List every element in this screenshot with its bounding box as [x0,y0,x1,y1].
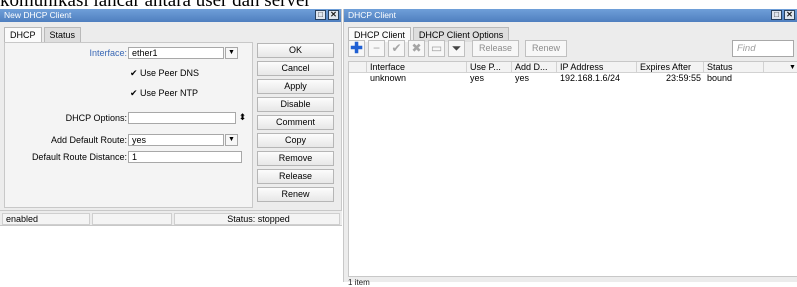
remove-icon[interactable]: − [368,40,385,57]
run-status: Status: stopped [174,213,340,225]
filter-icon[interactable]: ⏷ [448,40,465,57]
disable-icon[interactable]: ✖ [408,40,425,57]
interface-label: Interface: [89,48,127,58]
close-icon[interactable]: ✕ [784,10,795,20]
disable-button[interactable]: Disable [257,97,334,112]
interface-field[interactable]: ether1 [128,47,224,59]
use-peer-ntp-checkbox[interactable]: ✔ Use Peer NTP [130,88,198,99]
default-route-distance-field[interactable]: 1 [128,151,242,163]
column-use-peer[interactable]: Use P... [467,62,512,73]
status-spacer [92,213,172,225]
table-row[interactable]: unknown yes yes 192.168.1.6/24 23:59:55 … [349,73,797,83]
checkmark-icon: ✔ [130,88,138,98]
window-title: DHCP Client [348,10,397,20]
enabled-status: enabled [2,213,90,225]
add-default-route-label: Add Default Route: [50,135,127,145]
dhcp-client-table: Interface Use P... Add D... IP Address E… [348,61,797,277]
comment-button[interactable]: Comment [257,115,334,130]
cell-status: bound [707,73,733,83]
dropdown-arrow-icon[interactable]: ▼ [225,134,238,146]
window-titlebar[interactable]: New DHCP Client □ ✕ [0,9,341,22]
use-peer-ntp-label: Use Peer NTP [140,88,199,98]
cell-add-default: yes [515,73,530,83]
cell-use-peer: yes [470,73,485,83]
use-peer-dns-label: Use Peer DNS [140,68,200,78]
dhcp-options-field[interactable] [128,112,236,124]
add-icon[interactable]: ✚ [348,40,365,57]
cell-interface: unknown [370,73,407,83]
tab-dhcp[interactable]: DHCP [4,27,42,42]
release-button[interactable]: Release [257,169,334,184]
ok-button[interactable]: OK [257,43,334,58]
column-interface[interactable]: Interface [367,62,467,73]
renew-button[interactable]: Renew [257,187,334,202]
enable-icon[interactable]: ✔ [388,40,405,57]
columns-menu-icon[interactable]: ▼ [786,62,797,73]
column-status[interactable]: Status [704,62,764,73]
tab-status[interactable]: Status [43,27,82,42]
window-title: New DHCP Client [4,10,72,20]
apply-button[interactable]: Apply [257,79,334,94]
remove-button[interactable]: Remove [257,151,334,166]
renew-button[interactable]: Renew [525,40,568,57]
dhcp-form-panel: Interface: ether1 ▼ ✔ Use Peer DNS ✔ Use P… [4,42,253,208]
new-dhcp-client-window: New DHCP Client □ ✕ DHCP Status Interfac… [0,9,342,226]
maximize-icon[interactable]: □ [315,10,326,20]
checkmark-icon: ✔ [130,68,138,78]
maximize-icon[interactable]: □ [771,10,782,20]
status-bar: enabled Status: stopped [0,210,342,225]
dhcp-options-row: DHCP Options: ⬍ [5,112,254,125]
column-expires-after[interactable]: Expires After [637,62,704,73]
interface-row: Interface: ether1 ▼ [5,47,254,60]
default-route-distance-row: Default Route Distance: 1 [5,151,254,164]
dhcp-options-label: DHCP Options: [65,113,127,123]
window-titlebar[interactable]: DHCP Client □ ✕ [344,9,797,22]
tab-strip: DHCP Client DHCP Client Options [344,22,797,42]
column-selector[interactable] [349,62,367,73]
find-input[interactable]: Find [732,40,794,57]
updown-arrows-icon[interactable]: ⬍ [236,112,249,124]
column-ip-address[interactable]: IP Address [557,62,637,73]
column-add-default[interactable]: Add D... [512,62,557,73]
dhcp-client-window: DHCP Client □ ✕ DHCP Client DHCP Client … [343,9,797,287]
cell-expires-after: 23:59:55 [665,73,701,83]
close-icon[interactable]: ✕ [328,10,339,20]
dropdown-arrow-icon[interactable]: ▼ [225,47,238,59]
cancel-button[interactable]: Cancel [257,61,334,76]
default-route-distance-label: Default Route Distance: [31,152,127,162]
add-default-route-field[interactable]: yes [128,134,224,146]
use-peer-dns-checkbox[interactable]: ✔ Use Peer DNS [130,68,199,79]
release-button[interactable]: Release [472,40,520,57]
use-peer-ntp-row: ✔ Use Peer NTP [5,87,254,100]
cell-ip-address: 192.168.1.6/24 [560,73,621,83]
toolbar: ✚ − ✔ ✖ ▭ ⏷ Release Renew Find [348,40,794,58]
items-count: 1 item [348,278,370,287]
use-peer-dns-row: ✔ Use Peer DNS [5,67,254,80]
tab-strip: DHCP Status [0,22,341,42]
action-buttons: OK Cancel Apply Disable Comment Copy Rem… [257,43,334,205]
add-default-route-row: Add Default Route: yes ▼ [5,134,254,147]
comment-icon[interactable]: ▭ [428,40,445,57]
copy-button[interactable]: Copy [257,133,334,148]
table-header: Interface Use P... Add D... IP Address E… [349,62,797,73]
